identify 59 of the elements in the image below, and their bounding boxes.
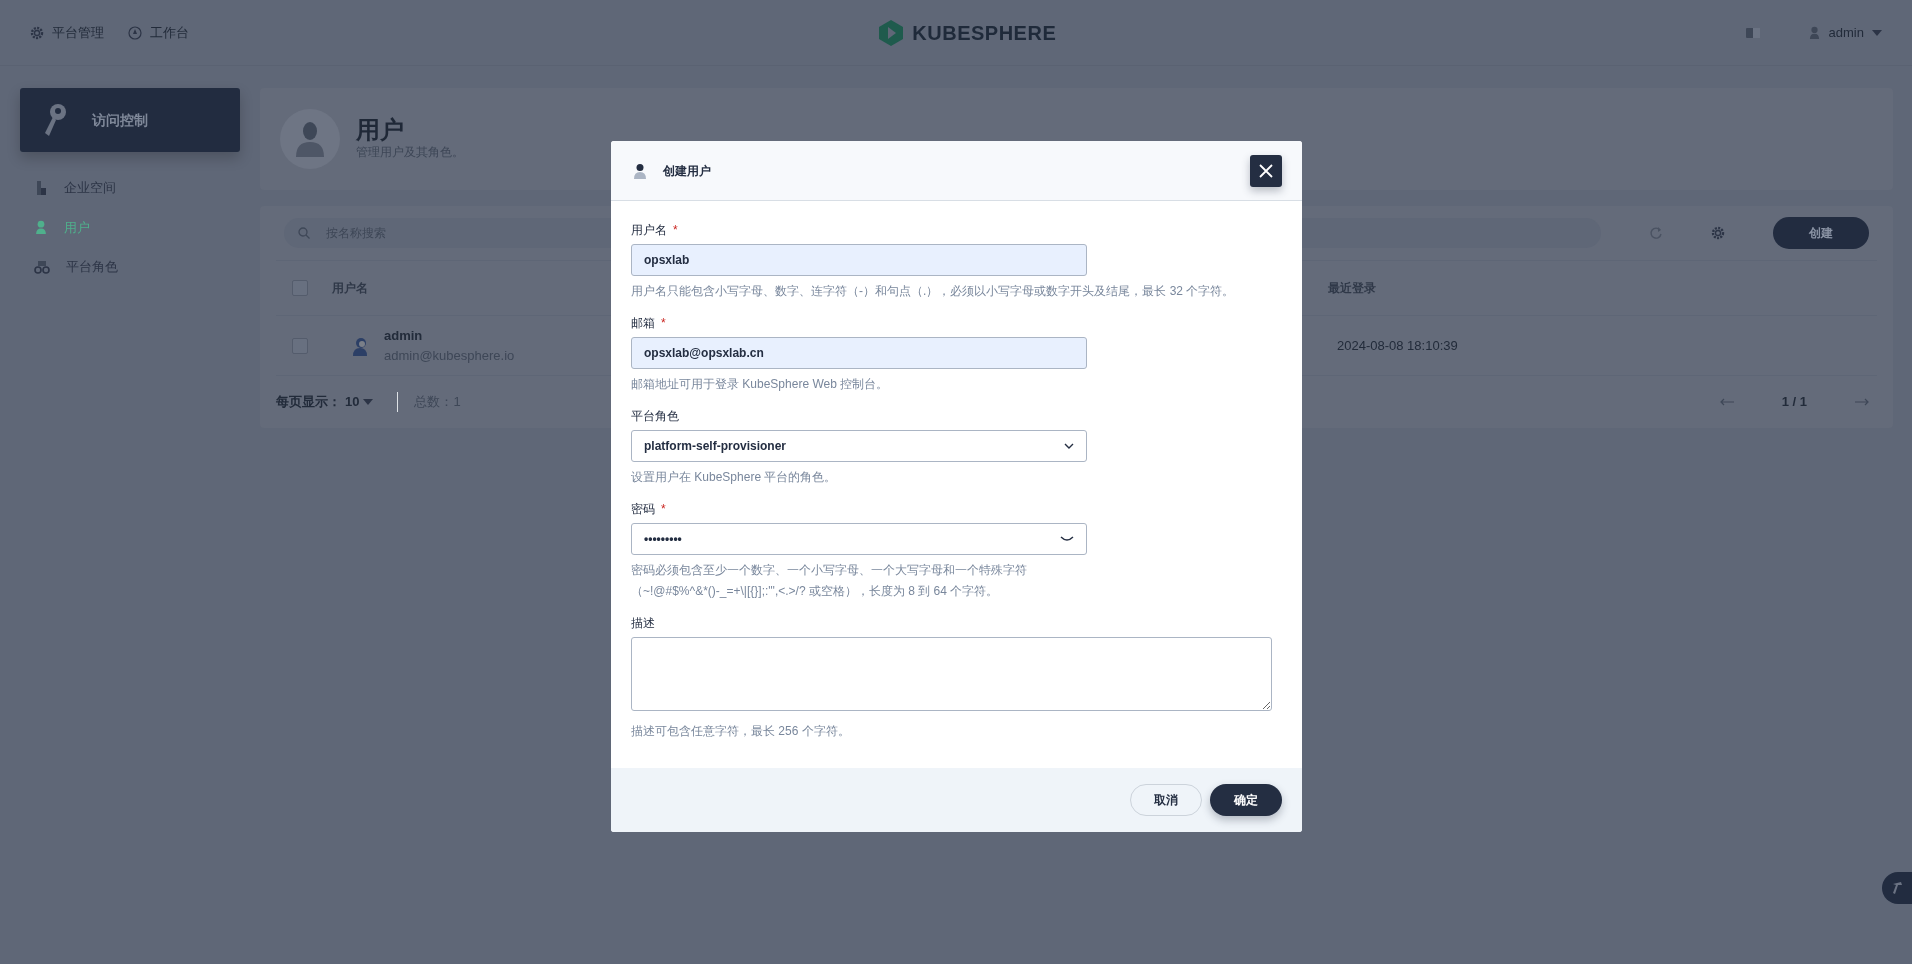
nav-link[interactable]: 平台管理	[30, 22, 104, 43]
search-icon	[298, 227, 310, 239]
settings-icon[interactable]	[1711, 226, 1725, 240]
field-label: 平台角色	[631, 409, 679, 423]
select-field[interactable]: platform-self-provisioner	[631, 430, 1087, 462]
sidebar-header: 访问控制	[20, 88, 240, 152]
close-button[interactable]	[1250, 154, 1282, 187]
page-title: 用户	[356, 116, 405, 144]
user-name[interactable]: admin	[384, 326, 515, 346]
create-button[interactable]: 创建	[1773, 217, 1869, 249]
avatar-icon	[352, 335, 368, 356]
field-label: 邮箱	[631, 316, 655, 330]
refresh-icon[interactable]	[1649, 226, 1663, 240]
field-hint: 邮箱地址可用于登录 KubeSphere Web 控制台。	[631, 376, 890, 393]
user-icon	[34, 220, 48, 235]
glasses-icon	[34, 259, 50, 274]
cancel-button[interactable]: 取消	[1130, 784, 1202, 816]
field-hint: 设置用户在 KubeSphere 平台的角色。	[631, 469, 838, 486]
toggle-icon[interactable]	[1745, 27, 1760, 38]
caret-icon	[1872, 29, 1882, 36]
eye-closed-icon[interactable]	[1060, 536, 1074, 542]
field-label: 用户名	[631, 223, 667, 237]
page-indicator: 1 / 1	[1781, 393, 1807, 411]
required-mark: *	[673, 223, 678, 237]
page-size-selector[interactable]: 每页显示： 10	[276, 392, 374, 412]
sidebar-item[interactable]: 用户	[20, 207, 240, 247]
required-mark: *	[661, 502, 666, 516]
field-label: 描述	[631, 616, 655, 630]
field-label: 密码	[631, 502, 655, 516]
password-field[interactable]: •••••••••	[631, 523, 1087, 555]
close-icon	[1259, 163, 1273, 178]
field-hint: 描述可包含任意字符，最长 256 个字符。	[631, 723, 851, 740]
tool-button[interactable]	[1882, 872, 1912, 904]
field-hint: （~!@#$%^&*()-_=+\|[{}];:'",<.>/? 或空格），长度为 8 到 64 个字符。	[631, 583, 1000, 600]
key-icon	[42, 103, 68, 137]
building-icon	[34, 179, 48, 196]
user-icon	[1807, 26, 1821, 39]
field-hint: 用户名只能包含小写字母、数字、连字符（-）和句点（.），必须以小写字母或数字开头及结尾，最长 32 个字符。	[631, 283, 1236, 300]
caret-icon	[363, 398, 374, 405]
hammer-icon	[1891, 881, 1903, 895]
confirm-button[interactable]: 确定	[1210, 784, 1282, 816]
nav-link[interactable]: 工作台	[128, 22, 189, 43]
input-field[interactable]: opsxlab@opsxlab.cn	[631, 337, 1087, 369]
text-area[interactable]	[631, 637, 1272, 711]
dialog-title: 创建用户	[663, 162, 711, 180]
gear-icon	[30, 25, 44, 40]
logo-text: KUBESPHERE	[912, 20, 1057, 46]
arrow-left-icon[interactable]	[1719, 397, 1734, 406]
compass-icon	[128, 25, 142, 40]
user-icon	[295, 121, 325, 157]
input-field[interactable]: opsxlab	[631, 244, 1087, 276]
user-icon	[633, 162, 647, 179]
field-hint: 密码必须包含至少一个数字、一个小写字母、一个大写字母和一个特殊字符	[631, 562, 1028, 579]
last-login: 2024-08-08 18:10:39	[1337, 336, 1458, 355]
logo-icon	[878, 18, 905, 47]
user-menu[interactable]: admin	[1807, 22, 1882, 43]
chevron-down-icon	[1064, 443, 1074, 449]
arrow-right-icon[interactable]	[1855, 397, 1869, 406]
required-mark: *	[661, 316, 666, 330]
